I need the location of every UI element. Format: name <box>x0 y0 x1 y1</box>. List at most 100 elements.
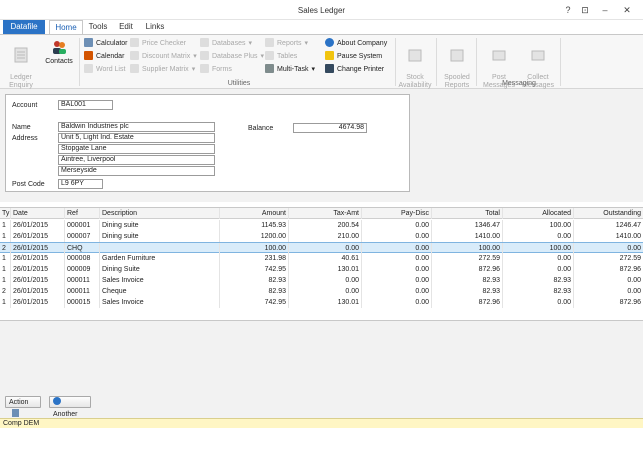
change-printer-label: Change Printer <box>337 66 385 73</box>
column-header-pay-disc[interactable]: Pay-Disc <box>361 208 431 219</box>
address-line-2-field[interactable]: Stopgate Lane <box>58 144 215 154</box>
cell-type: 1 <box>2 222 6 229</box>
table-row[interactable]: 2 26/01/2015 CHQ 100.00 0.00 0.00 100.00 100.00… <box>0 242 643 254</box>
tables-icon <box>265 51 274 60</box>
cell-amount: 742.95 <box>219 264 288 275</box>
tab-home[interactable]: Home <box>49 20 83 35</box>
table-row[interactable]: 2 26/01/2015 000011 Cheque 82.93 0.00 0.00 82.9… <box>0 286 643 297</box>
supplier-matrix-button[interactable]: Supplier Matrix ▾ <box>130 64 195 75</box>
forms-icon <box>200 64 209 73</box>
multi-task-button[interactable]: Multi-Task ▾ <box>265 64 315 75</box>
column-header-tax-amt[interactable]: Tax-Amt <box>288 208 361 219</box>
restore-icon[interactable]: ⊡ <box>578 4 592 16</box>
databases-button[interactable]: Databases ▾ <box>200 38 252 49</box>
spooled-reports-button[interactable]: Spooled Reports <box>440 38 474 90</box>
calculator-button[interactable]: Calculator <box>84 38 128 49</box>
account-panel-area: Account BAL001 Name Baldwin Industries p… <box>0 89 643 202</box>
calendar-icon <box>84 51 93 60</box>
column-header-outstanding[interactable]: Outstanding <box>573 208 643 219</box>
spooled-reports-label: Spooled Reports <box>444 74 470 89</box>
table-row[interactable]: 1 26/01/2015 000001 Dining suite 1145.93 200.… <box>0 220 643 231</box>
tab-links[interactable]: Links <box>143 20 167 34</box>
cell-amount: 1145.93 <box>219 220 288 231</box>
cell-total: 272.59 <box>431 253 502 264</box>
forms-label: Forms <box>212 66 232 73</box>
cell-description: Dining suite <box>99 231 219 242</box>
address-line-1-field[interactable]: Unit 5, Light Ind. Estate <box>58 133 215 143</box>
cell-type: 1 <box>2 255 6 262</box>
discount-matrix-button[interactable]: Discount Matrix ▾ <box>130 51 197 62</box>
cell-outstanding: 1246.47 <box>573 220 643 231</box>
account-field[interactable]: BAL001 <box>58 100 113 110</box>
tab-tools[interactable]: Tools <box>86 20 110 34</box>
column-header-date[interactable]: Date <box>10 208 64 219</box>
postcode-field[interactable]: L9 6PY <box>58 179 103 189</box>
column-header-allocated[interactable]: Allocated <box>502 208 573 219</box>
cell-tax-amt: 40.61 <box>288 253 361 264</box>
column-header-total[interactable]: Total <box>431 208 502 219</box>
stock-availability-button[interactable]: Stock Availability <box>396 38 434 90</box>
table-row[interactable]: 1 26/01/2015 000008 Garden Furniture 231.98 4… <box>0 253 643 264</box>
cell-amount: 231.98 <box>219 253 288 264</box>
cell-date: 26/01/2015 <box>10 220 64 231</box>
tab-edit[interactable]: Edit <box>116 20 136 34</box>
dropdown-arrow-icon: ▾ <box>191 66 196 73</box>
address-line-4-field[interactable]: Merseyside <box>58 166 215 176</box>
name-field[interactable]: Baldwin Industries plc <box>58 122 215 132</box>
name-label: Name <box>12 124 31 131</box>
action-label: Action <box>9 399 29 406</box>
about-company-label: About Company <box>337 40 388 47</box>
column-header-amount[interactable]: Amount <box>219 208 288 219</box>
dropdown-arrow-icon: ▾ <box>193 53 197 60</box>
forms-button[interactable]: Forms <box>200 64 232 75</box>
cell-type: 1 <box>2 233 6 240</box>
status-bar: Comp DEM <box>0 418 643 428</box>
about-company-button[interactable]: About Company <box>325 38 387 49</box>
stock-availability-label: Stock Availability <box>398 74 432 89</box>
table-row[interactable]: 1 26/01/2015 000011 Sales Invoice 82.93 0.00 0… <box>0 275 643 286</box>
pause-system-button[interactable]: Pause System <box>325 51 382 62</box>
column-header-ref[interactable]: Ref <box>64 208 99 219</box>
price-checker-button[interactable]: Price Checker <box>130 38 186 49</box>
table-row[interactable]: 1 26/01/2015 000007 Dining suite 1200.00 210.… <box>0 231 643 242</box>
cell-total: 1410.00 <box>431 231 502 242</box>
cell-pay-disc: 0.00 <box>361 286 431 297</box>
info-icon <box>325 38 334 47</box>
cell-date: 26/01/2015 <box>10 231 64 242</box>
contacts-button[interactable]: Contacts <box>42 38 76 66</box>
cell-date: 26/01/2015 <box>10 264 64 275</box>
cell-description: Sales Invoice <box>99 297 219 308</box>
cell-date: 26/01/2015 <box>10 275 64 286</box>
word-list-button[interactable]: Word List <box>84 64 125 75</box>
calendar-button[interactable]: Calendar <box>84 51 124 62</box>
cell-amount: 742.95 <box>219 297 288 308</box>
cell-tax-amt: 210.00 <box>288 231 361 242</box>
bottom-panel: Action Another <box>0 321 643 418</box>
cell-total: 872.96 <box>431 264 502 275</box>
reports-button[interactable]: Reports ▾ <box>265 38 308 49</box>
dropdown-arrow-icon: ▾ <box>311 66 316 73</box>
address-line-3-field[interactable]: Aintree, Liverpool <box>58 155 215 165</box>
action-button[interactable]: Action <box>5 396 41 417</box>
minimize-button[interactable]: – <box>598 4 612 16</box>
column-header-type[interactable]: Ty <box>0 208 10 219</box>
tab-datafile[interactable]: Datafile <box>3 20 45 34</box>
help-button[interactable]: ? <box>561 4 575 16</box>
table-row[interactable]: 1 26/01/2015 000009 Dining Suite 742.95 130.0… <box>0 264 643 275</box>
multi-task-label: Multi-Task <box>277 66 309 73</box>
cell-allocated: 82.93 <box>502 286 573 297</box>
table-row[interactable]: 1 26/01/2015 000015 Sales Invoice 742.95 130.… <box>0 297 643 308</box>
cell-allocated: 0.00 <box>502 264 573 275</box>
word-list-icon <box>84 64 93 73</box>
printer-icon <box>325 64 334 73</box>
tables-button[interactable]: Tables <box>265 51 297 62</box>
cell-description: Sales Invoice <box>99 275 219 286</box>
ledger-enquiry-button[interactable]: Ledger Enquiry <box>4 38 38 90</box>
column-header-description[interactable]: Description <box>99 208 219 219</box>
calculator-icon <box>84 38 93 47</box>
cell-ref: 000007 <box>64 231 99 242</box>
change-printer-button[interactable]: Change Printer <box>325 64 384 75</box>
database-plus-button[interactable]: Database Plus ▾ <box>200 51 264 62</box>
another-button[interactable]: Another <box>49 396 91 418</box>
close-button[interactable]: ✕ <box>620 4 634 16</box>
